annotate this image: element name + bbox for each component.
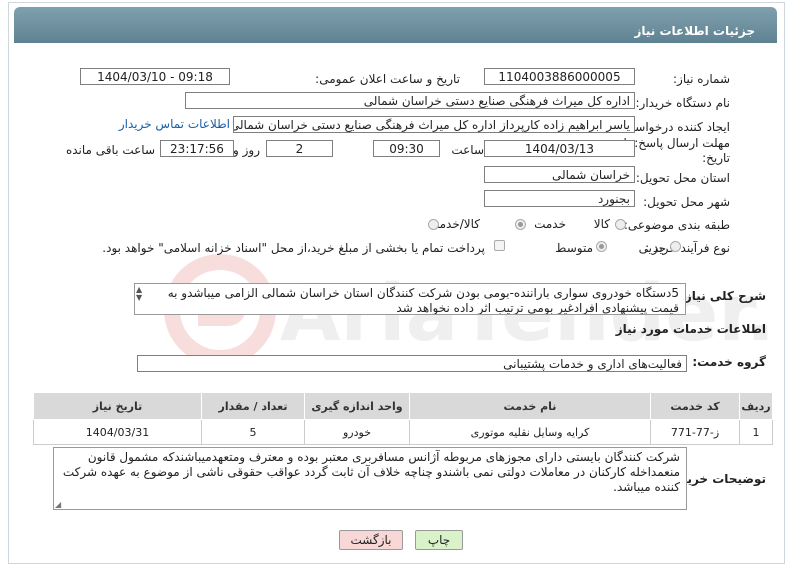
- col-row: ردیف: [739, 392, 773, 420]
- creator-field: یاسر ابراهیم زاده کارپرداز اداره کل میرا…: [233, 116, 635, 133]
- announce-label: تاریخ و ساعت اعلان عمومی:: [315, 72, 460, 86]
- deadline-date-label: تاریخ:: [702, 151, 730, 165]
- category-label: طبقه بندی موضوعی:: [623, 218, 730, 232]
- col-name: نام خدمت: [409, 392, 651, 420]
- col-code: کد خدمت: [650, 392, 740, 420]
- category-goods-radio[interactable]: [615, 219, 626, 230]
- resize-handle-icon[interactable]: ◢: [55, 500, 61, 509]
- col-quantity: تعداد / مقدار: [201, 392, 305, 420]
- cell-name: کرایه وسایل نقلیه موتوری: [409, 419, 651, 445]
- table-header-row: ردیف کد خدمت نام خدمت واحد اندازه گیری ت…: [33, 392, 773, 420]
- category-option-service: خدمت: [534, 217, 566, 231]
- col-date: تاریخ نیاز: [33, 392, 202, 420]
- cell-date: 1404/03/31: [33, 419, 202, 445]
- province-field: خراسان شمالی: [484, 166, 635, 183]
- buyer-org-label: نام دستگاه خریدار:: [635, 96, 731, 110]
- back-button[interactable]: بازگشت: [339, 530, 403, 550]
- col-unit: واحد اندازه گیری: [304, 392, 410, 420]
- buyer-notes-textarea: شرکت کنندگان بایستی دارای مجوزهای مربوطه…: [53, 447, 687, 510]
- process-option-medium: متوسط: [555, 241, 593, 255]
- services-section-title: اطلاعات خدمات مورد نیاز: [615, 322, 766, 336]
- remaining-time-field: 23:17:56: [160, 140, 234, 157]
- table-row: 1 ز-77-771 کرایه وسایل نقلیه موتوری خودر…: [33, 419, 773, 445]
- city-label: شهر محل تحویل:: [643, 195, 730, 209]
- buyer-org-field: اداره کل میراث فرهنگی صنایع دستی خراسان …: [185, 92, 635, 109]
- deadline-date-field: 1404/03/13: [484, 140, 635, 157]
- services-table: ردیف کد خدمت نام خدمت واحد اندازه گیری ت…: [33, 392, 773, 445]
- process-option-small: جزیی: [638, 241, 666, 255]
- service-group-field: فعالیت‌های اداری و خدمات پشتیبانی: [137, 355, 687, 372]
- process-small-radio[interactable]: [670, 241, 681, 252]
- creator-label: ایجاد کننده درخواست:: [619, 120, 730, 134]
- remaining-label: ساعت باقی مانده: [65, 143, 155, 157]
- city-field: بجنورد: [484, 190, 635, 207]
- treasury-checkbox[interactable]: [494, 240, 505, 251]
- cell-code: ز-77-771: [650, 419, 740, 445]
- process-medium-radio[interactable]: [596, 241, 607, 252]
- deadline-label: مهلت ارسال پاسخ: تا: [623, 136, 730, 150]
- category-service-radio[interactable]: [515, 219, 526, 230]
- service-group-label: گروه خدمت:: [692, 355, 766, 369]
- need-number-field: 1104003886000005: [484, 68, 635, 85]
- print-button[interactable]: چاپ: [415, 530, 463, 550]
- cell-row: 1: [739, 419, 773, 445]
- payment-note: پرداخت تمام یا بخشی از مبلغ خرید،از محل …: [102, 241, 485, 255]
- announce-field: 1404/03/10 - 09:18: [80, 68, 230, 85]
- page-header: جزئیات اطلاعات نیاز: [14, 7, 777, 43]
- deadline-time-field: 09:30: [373, 140, 440, 157]
- deadline-time-label: ساعت: [451, 143, 484, 157]
- contact-buyer-link[interactable]: اطلاعات تماس خریدار: [119, 117, 230, 131]
- days-field: 2: [266, 140, 333, 157]
- cell-quantity: 5: [201, 419, 305, 445]
- cell-unit: خودرو: [304, 419, 410, 445]
- page-title: جزئیات اطلاعات نیاز: [634, 24, 755, 38]
- category-option-goods: کالا: [593, 217, 610, 231]
- days-label: روز و: [233, 143, 260, 157]
- need-number-label: شماره نیاز:: [673, 72, 730, 86]
- description-label: شرح کلی نیاز:: [680, 289, 766, 303]
- description-textarea: 5دستگاه خودروی سواری باراننده-بومی بودن …: [134, 283, 686, 315]
- category-both-radio[interactable]: [428, 219, 439, 230]
- province-label: استان محل تحویل:: [635, 171, 730, 185]
- scroll-arrows-icon[interactable]: ▲ ▼: [136, 286, 142, 302]
